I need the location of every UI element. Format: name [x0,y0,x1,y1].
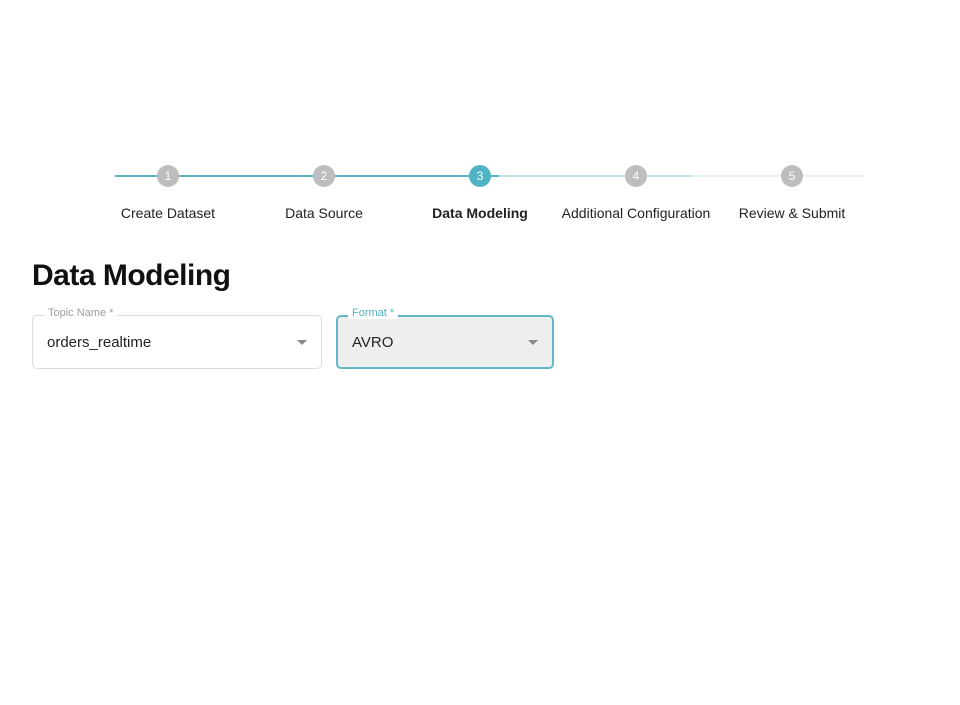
chevron-down-icon [528,340,538,345]
connector-4-5 [691,175,864,177]
step-data-source[interactable]: 2 Data Source [246,165,402,221]
topic-name-dropdown[interactable]: orders_realtime [32,315,322,369]
step-number: 4 [625,165,647,187]
step-label: Additional Configuration [562,205,711,221]
step-label: Create Dataset [121,205,215,221]
stepper: 1 Create Dataset 2 Data Source 3 Data Mo… [0,165,960,221]
step-label: Data Modeling [432,205,528,221]
step-number: 5 [781,165,803,187]
step-label: Data Source [285,205,363,221]
step-data-modeling[interactable]: 3 Data Modeling [402,165,558,221]
step-create-dataset[interactable]: 1 Create Dataset [90,165,246,221]
connector-3-4 [499,175,691,177]
format-field[interactable]: Format * AVRO [336,315,554,369]
format-label: Format * [348,307,398,319]
chevron-down-icon [297,340,307,345]
step-label: Review & Submit [739,205,846,221]
topic-name-value: orders_realtime [47,334,151,351]
step-number: 1 [157,165,179,187]
format-value: AVRO [352,334,393,351]
page-title: Data Modeling [32,259,960,293]
topic-name-label: Topic Name * [44,307,117,319]
step-number: 2 [313,165,335,187]
format-dropdown[interactable]: AVRO [336,315,554,369]
step-additional-config[interactable]: 4 Additional Configuration [558,165,714,221]
topic-name-field[interactable]: Topic Name * orders_realtime [32,315,322,369]
connector-1-2 [115,175,307,177]
form-row: Topic Name * orders_realtime Format * AV… [32,315,960,369]
step-number: 3 [469,165,491,187]
step-review-submit[interactable]: 5 Review & Submit [714,165,870,221]
